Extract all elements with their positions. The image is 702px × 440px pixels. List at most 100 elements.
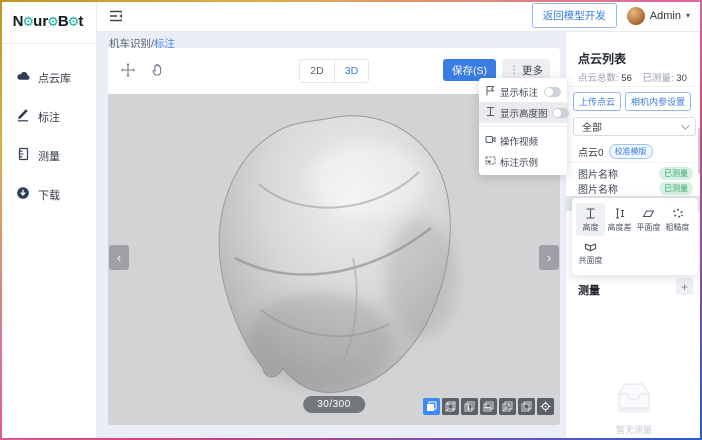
pagination-indicator: 30/300 — [303, 396, 365, 413]
view-cube-back-button[interactable] — [461, 398, 478, 415]
brand-text: t — [78, 13, 83, 30]
top-header: 返回模型开发 Admin ▾ — [97, 0, 702, 32]
view-cube-top-button[interactable] — [518, 398, 535, 415]
upload-pointcloud-button[interactable]: 上传点云 — [573, 92, 621, 111]
panel-stats: 点云总数: 56 已测量: 30 — [578, 70, 695, 84]
brand-logo: N⚙ur⚙B⚙t — [0, 0, 96, 44]
menu-item-show-heightmap[interactable]: 显示高度图 — [479, 102, 567, 123]
filter-select-value: 全部 — [582, 119, 602, 134]
empty-box-icon — [611, 380, 657, 414]
tooth-3d-model — [203, 108, 465, 404]
show-annotation-toggle[interactable] — [544, 87, 561, 97]
measured-badge: 已测量 — [659, 182, 693, 195]
view-cube-solid-button[interactable] — [423, 398, 440, 415]
height-diff-icon — [613, 207, 626, 220]
sidebar-item-measure[interactable]: 测量 — [0, 136, 96, 175]
cloud-icon — [16, 69, 30, 86]
avatar — [627, 7, 645, 25]
toggle-knob — [545, 88, 553, 96]
total-label: 点云总数: — [578, 73, 619, 84]
fit-view-crosshair-button[interactable] — [537, 398, 554, 415]
tool-roughness[interactable]: 粗糙度 — [663, 203, 692, 236]
sidebar-item-label: 点云库 — [38, 70, 71, 86]
sidebar-item-label: 下载 — [38, 187, 60, 203]
next-image-arrow[interactable]: › — [539, 245, 559, 270]
view-2d-button[interactable]: 2D — [300, 60, 334, 82]
empty-state: 暂无测量 — [566, 380, 702, 436]
menu-item-label: 显示标注 — [500, 85, 540, 99]
topbar-right: 返回模型开发 Admin ▾ — [532, 3, 690, 28]
image-name: 图片名称 — [578, 181, 659, 196]
view-cube-right-button[interactable] — [499, 398, 516, 415]
menu-fold-icon[interactable] — [109, 10, 123, 22]
show-heightmap-toggle[interactable] — [552, 108, 569, 118]
measure-section-title: 测量 — [578, 282, 600, 298]
rotate-move-tool-icon[interactable] — [120, 62, 136, 78]
view-cube-left-button[interactable] — [480, 398, 497, 415]
add-measure-button[interactable]: + — [676, 278, 693, 295]
chevron-down-icon: ▾ — [686, 11, 690, 20]
flag-icon — [485, 85, 496, 99]
sidebar: N⚙ur⚙B⚙t 点云库 标注 测量 下载 — [0, 0, 97, 440]
panel-title: 点云列表 — [578, 50, 626, 67]
flatness-icon — [642, 207, 655, 220]
ruler-icon — [16, 147, 30, 164]
example-box-icon — [485, 155, 496, 169]
chevron-down-icon — [681, 121, 689, 129]
vertical-dots-icon: ⋮ — [509, 65, 519, 76]
total-value: 56 — [621, 73, 632, 84]
tools-grid: 高度 高度差 平面度 粗糙度 共面度 — [576, 203, 694, 269]
sidebar-nav: 点云库 标注 测量 下载 — [0, 44, 96, 214]
more-button-label: 更多 — [522, 63, 543, 78]
sidebar-item-annotate[interactable]: 标注 — [0, 97, 96, 136]
panel-buttons: 上传点云 相机内参设置 — [573, 92, 691, 111]
chevron-left-icon: ‹ — [117, 250, 121, 265]
menu-item-label: 显示高度图 — [500, 106, 548, 120]
more-dropdown-menu: 显示标注 显示高度图 操作视频 标注示例 — [479, 78, 567, 175]
menu-item-label: 标注示例 — [500, 155, 561, 169]
menu-divider — [479, 126, 567, 127]
pointcloud-item[interactable]: 点云0 校准模版 — [578, 144, 653, 159]
view-3d-button[interactable]: 3D — [334, 60, 368, 82]
tool-label: 高度 — [583, 222, 599, 233]
hand-pan-tool-icon[interactable] — [150, 62, 165, 78]
user-menu[interactable]: Admin ▾ — [627, 7, 690, 25]
view-mode-segment: 2D 3D — [299, 59, 369, 83]
camera-intrinsics-button[interactable]: 相机内参设置 — [625, 92, 691, 111]
chevron-right-icon: › — [547, 250, 551, 265]
roughness-icon — [671, 207, 684, 220]
tool-label: 高度差 — [608, 222, 632, 233]
view-orientation-bar — [423, 398, 554, 415]
download-icon — [16, 186, 30, 203]
tool-height[interactable]: 高度 — [576, 203, 605, 236]
list-scrollbar[interactable] — [698, 128, 701, 174]
measured-badge: 已测量 — [659, 167, 693, 180]
menu-item-annotation-example[interactable]: 标注示例 — [479, 151, 567, 172]
view-cube-front-button[interactable] — [442, 398, 459, 415]
measure-tools-popup: 高度 高度差 平面度 粗糙度 共面度 — [572, 198, 698, 275]
height-ibeam-icon — [485, 106, 496, 120]
sidebar-item-label: 标注 — [38, 109, 60, 125]
empty-state-text: 暂无测量 — [566, 423, 702, 436]
measured-label: 已测量: — [643, 73, 674, 84]
prev-image-arrow[interactable]: ‹ — [109, 245, 129, 270]
app-root: N⚙ur⚙B⚙t 点云库 标注 测量 下载 返 — [0, 0, 702, 440]
tool-height-difference[interactable]: 高度差 — [605, 203, 634, 236]
tool-coplanarity[interactable]: 共面度 — [576, 236, 605, 269]
measured-value: 30 — [676, 73, 687, 84]
sidebar-item-pointcloud-library[interactable]: 点云库 — [0, 58, 96, 97]
sidebar-item-download[interactable]: 下载 — [0, 175, 96, 214]
back-to-model-dev-button[interactable]: 返回模型开发 — [532, 3, 617, 28]
tool-flatness[interactable]: 平面度 — [634, 203, 663, 236]
image-row[interactable]: 图片名称 已测量 — [566, 181, 702, 196]
menu-item-operation-video[interactable]: 操作视频 — [479, 130, 567, 151]
toggle-knob — [553, 109, 561, 117]
divider — [566, 86, 702, 87]
brand-text: ur — [33, 13, 48, 30]
menu-item-show-annotation[interactable]: 显示标注 — [479, 81, 567, 102]
username: Admin — [650, 10, 681, 22]
divider — [566, 162, 702, 163]
filter-select[interactable]: 全部 — [573, 117, 696, 136]
image-row[interactable]: 图片名称 已测量 — [566, 166, 702, 181]
image-name: 图片名称 — [578, 166, 659, 181]
